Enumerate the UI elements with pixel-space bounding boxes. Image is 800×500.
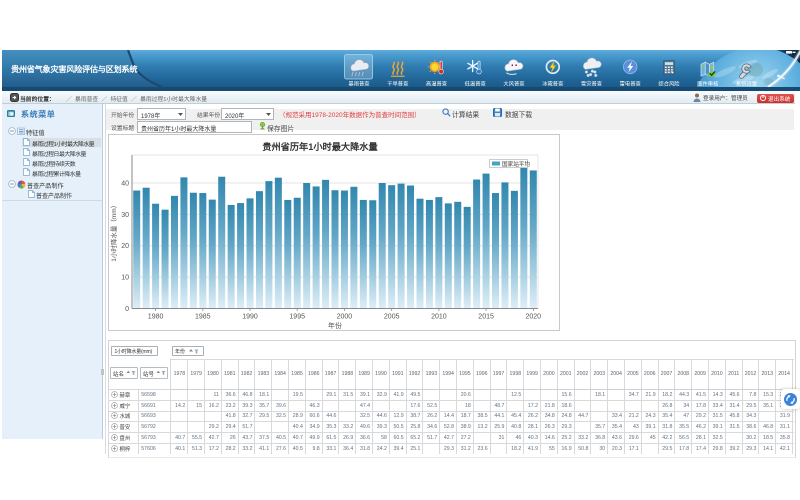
svg-text:系统设置: 系统设置 bbox=[736, 79, 757, 87]
svg-text:雷电普查: 雷电普查 bbox=[620, 79, 642, 87]
svg-text:30: 30 bbox=[121, 212, 129, 219]
svg-text:综合风险: 综合风险 bbox=[658, 79, 680, 87]
svg-text:暴雨普查: 暴雨普查 bbox=[348, 79, 370, 87]
svg-text:2000: 2000 bbox=[337, 314, 353, 321]
svg-text:1小时降水量（mm）: 1小时降水量（mm） bbox=[109, 202, 118, 262]
svg-text:1995: 1995 bbox=[289, 314, 305, 321]
svg-text:10: 10 bbox=[121, 275, 129, 282]
svg-text:2020: 2020 bbox=[526, 314, 542, 321]
svg-text:国家站平均: 国家站平均 bbox=[502, 160, 530, 168]
svg-text:1990: 1990 bbox=[242, 314, 258, 321]
svg-text:2015: 2015 bbox=[478, 314, 494, 321]
svg-text:20: 20 bbox=[121, 243, 129, 250]
svg-text:贵州省气象灾害风险评估与区划系统: 贵州省气象灾害风险评估与区划系统 bbox=[11, 64, 138, 74]
svg-text:低温普查: 低温普查 bbox=[465, 79, 487, 87]
svg-text:冰雹普查: 冰雹普查 bbox=[542, 79, 564, 87]
svg-text:贵州省历年1小时最大降水量: 贵州省历年1小时最大降水量 bbox=[262, 141, 377, 152]
svg-text:2010: 2010 bbox=[431, 314, 447, 321]
svg-text:雪灾普查: 雪灾普查 bbox=[581, 79, 603, 87]
svg-text:图件审核: 图件审核 bbox=[697, 79, 719, 87]
svg-text:年份: 年份 bbox=[328, 321, 342, 330]
svg-text:2005: 2005 bbox=[384, 314, 400, 321]
svg-text:大风普查: 大风普查 bbox=[503, 79, 525, 87]
svg-text:1985: 1985 bbox=[195, 314, 211, 321]
svg-text:40: 40 bbox=[121, 181, 129, 188]
svg-text:干旱普查: 干旱普查 bbox=[387, 79, 409, 87]
svg-text:高温普查: 高温普查 bbox=[426, 79, 448, 87]
svg-text:1980: 1980 bbox=[148, 314, 164, 321]
svg-text:0: 0 bbox=[125, 306, 129, 313]
